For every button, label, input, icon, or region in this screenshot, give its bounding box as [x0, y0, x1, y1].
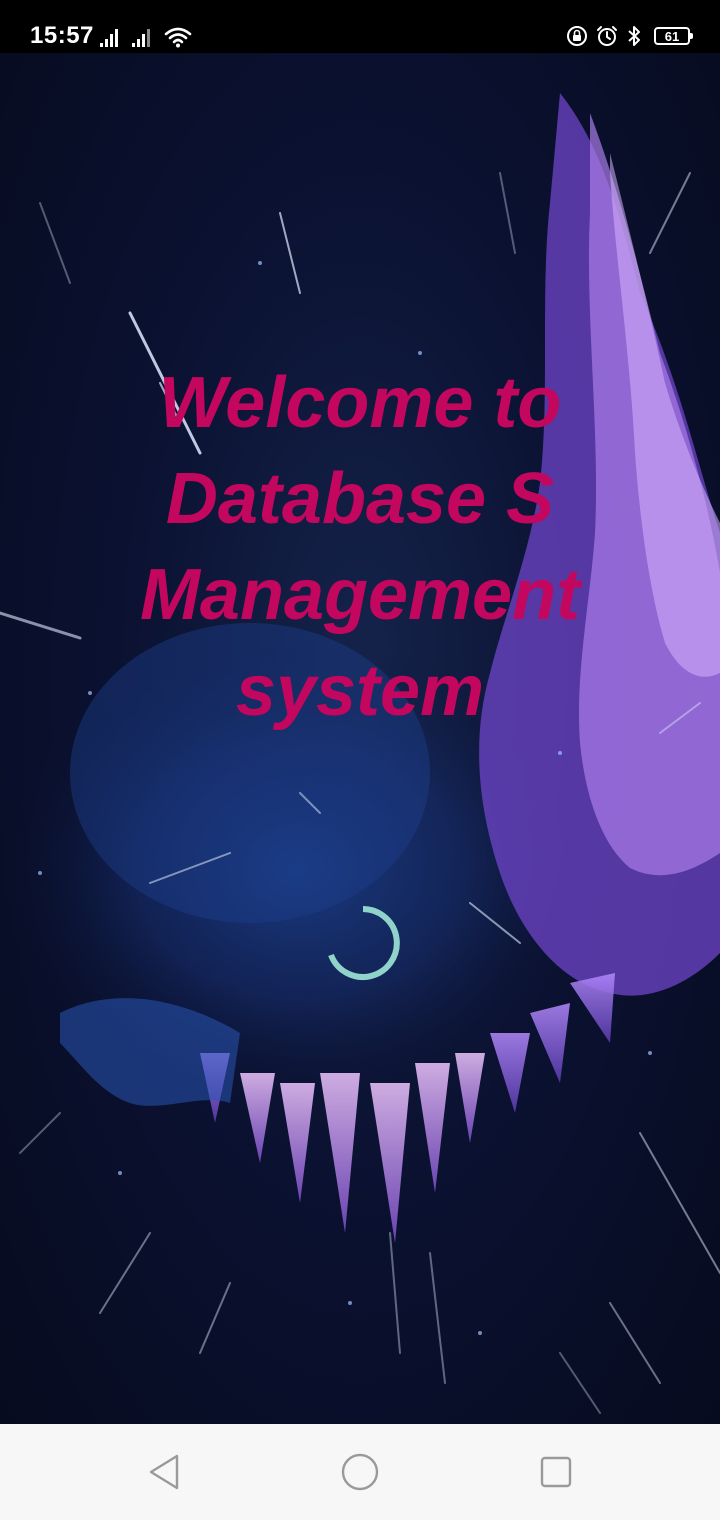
signal-icon [132, 29, 150, 47]
back-button[interactable] [140, 1448, 188, 1496]
welcome-line-1: Welcome to [158, 363, 562, 443]
lock-rotation-icon [567, 26, 587, 46]
loading-spinner-icon [328, 906, 400, 980]
recents-button[interactable] [532, 1448, 580, 1496]
bluetooth-icon [628, 26, 640, 46]
status-left-icons [100, 24, 192, 48]
status-time: 15:57 [30, 22, 94, 49]
welcome-line-3: Management [139, 555, 581, 635]
welcome-line-4: system [235, 651, 485, 731]
status-bar: 15:57 61 [0, 0, 720, 53]
signal-icon [100, 29, 118, 47]
back-icon [149, 1454, 179, 1490]
recents-icon [540, 1456, 572, 1488]
splash-screen: 15:57 61 Welcome to Database S Managemen… [0, 0, 720, 1520]
welcome-title: Welcome to Database S Management system [0, 355, 720, 739]
status-right-icons: 61 [566, 23, 693, 49]
wifi-icon [164, 27, 192, 48]
home-button[interactable] [336, 1448, 384, 1496]
navigation-bar [0, 1424, 720, 1520]
battery-icon: 61 [654, 27, 693, 45]
welcome-line-2: Database S [165, 459, 555, 539]
home-icon [341, 1453, 379, 1491]
alarm-icon [597, 26, 617, 46]
battery-level: 61 [664, 28, 680, 44]
